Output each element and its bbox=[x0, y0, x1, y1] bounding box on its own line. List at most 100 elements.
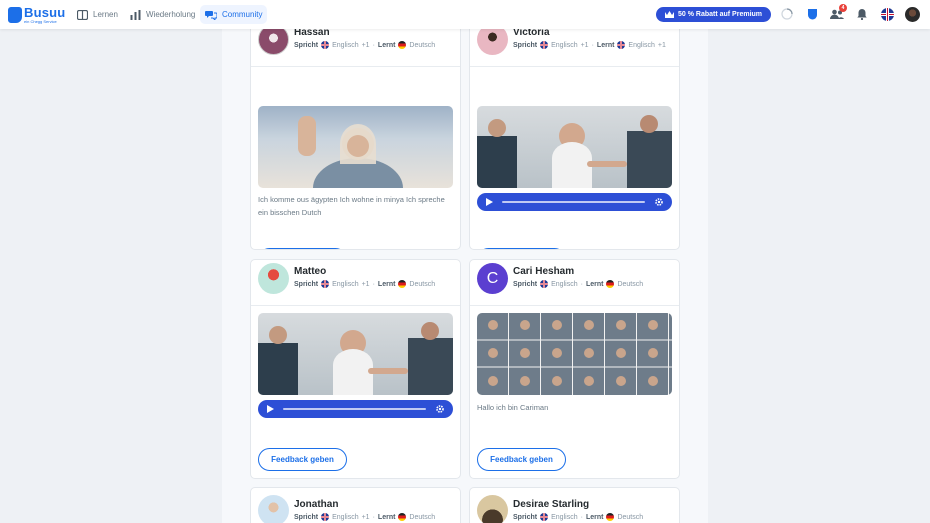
play-icon[interactable] bbox=[486, 198, 493, 206]
speaks-language: Englisch bbox=[332, 41, 359, 49]
nav-label: Community bbox=[222, 10, 263, 19]
speaks-label: Spricht bbox=[513, 41, 538, 49]
exercise-card-jonathan: Jonathan Spricht Englisch +1 · Lernt Deu… bbox=[250, 487, 461, 523]
learns-label: Lernt bbox=[377, 280, 396, 288]
nav-community[interactable]: Community bbox=[200, 5, 268, 24]
german-flag-icon bbox=[398, 280, 407, 288]
speaks-label: Spricht bbox=[294, 41, 319, 49]
avatar-letter: C bbox=[486, 269, 499, 287]
feedback-button[interactable]: Feedback geben bbox=[477, 248, 566, 249]
busuu-logo-mark bbox=[8, 7, 22, 23]
learns-language: Deutsch bbox=[409, 280, 436, 288]
learns-label: Lernt bbox=[377, 41, 396, 49]
friends-icon[interactable]: 4 bbox=[830, 4, 847, 21]
nav-wiederholung[interactable]: Wiederholung bbox=[125, 5, 200, 24]
uk-flag-language-icon[interactable] bbox=[880, 7, 894, 21]
audio-progress-track[interactable] bbox=[283, 408, 426, 410]
exercise-card-cari-hesham: C Cari Hesham Spricht Englisch · Lernt D… bbox=[469, 259, 680, 479]
feedback-button[interactable]: Feedback geben bbox=[477, 448, 566, 471]
speaks-label: Spricht bbox=[294, 513, 319, 521]
uk-flag-icon bbox=[540, 280, 549, 288]
exercise-card-hassan: Hassan Spricht Englisch +1 · Lernt Deuts… bbox=[250, 20, 461, 250]
speaks-language: Englisch bbox=[332, 513, 359, 521]
exercise-card-matteo: Matteo Spricht Englisch +1 · Lernt Deuts… bbox=[250, 259, 461, 479]
feedback-button[interactable]: Feedback geben bbox=[258, 248, 347, 249]
speaks-language: Englisch bbox=[332, 280, 359, 288]
exercise-photo[interactable] bbox=[477, 106, 672, 188]
exercise-card-victoria: Victoria Spricht Englisch +1 · Lernt Eng… bbox=[469, 20, 680, 250]
play-icon[interactable] bbox=[267, 405, 274, 413]
speaks-label: Spricht bbox=[294, 280, 319, 288]
language-info: Spricht Englisch +1 · Lernt Deutsch bbox=[294, 41, 436, 49]
german-flag-icon bbox=[606, 513, 615, 521]
friends-count-badge: 4 bbox=[839, 4, 847, 12]
exercise-photo[interactable] bbox=[258, 313, 453, 395]
german-flag-icon bbox=[606, 280, 615, 288]
top-navigation-bar: Busuu ein Chegg Service Lernen Wiederhol… bbox=[0, 0, 930, 29]
brand-tagline: ein Chegg Service bbox=[24, 19, 57, 24]
audio-player[interactable] bbox=[477, 193, 672, 211]
uk-flag-icon bbox=[321, 280, 330, 288]
learns-language: Deutsch bbox=[409, 41, 436, 49]
crown-icon bbox=[664, 11, 674, 18]
busuu-logo[interactable]: Busuu ein Chegg Service bbox=[8, 6, 65, 24]
learns-label: Lernt bbox=[377, 513, 396, 521]
bell-icon[interactable] bbox=[855, 7, 869, 21]
uk-flag-icon bbox=[540, 513, 549, 521]
speaks-language: Englisch bbox=[551, 41, 578, 49]
nav-label: Lernen bbox=[93, 10, 118, 19]
shield-icon[interactable] bbox=[805, 7, 819, 21]
community-feed: Hassan Spricht Englisch +1 · Lernt Deuts… bbox=[222, 20, 708, 523]
avatar[interactable] bbox=[258, 263, 289, 294]
nav-lernen[interactable]: Lernen bbox=[72, 5, 123, 24]
settings-icon[interactable] bbox=[655, 198, 663, 206]
language-info: Spricht Englisch · Lernt Deutsch bbox=[513, 513, 644, 521]
speaks-label: Spricht bbox=[513, 280, 538, 288]
chat-bubbles-icon bbox=[205, 10, 217, 20]
avatar[interactable] bbox=[477, 495, 508, 523]
learns-language: Englisch bbox=[628, 41, 655, 49]
language-info: Spricht Englisch +1 · Lernt Englisch +1 bbox=[513, 41, 666, 49]
user-name[interactable]: Desirae Starling bbox=[513, 499, 589, 510]
speaks-label: Spricht bbox=[513, 513, 538, 521]
learns-language: Deutsch bbox=[617, 513, 644, 521]
feedback-button[interactable]: Feedback geben bbox=[258, 448, 347, 471]
nav-label: Wiederholung bbox=[146, 10, 196, 19]
settings-icon[interactable] bbox=[436, 405, 444, 413]
user-name[interactable]: Cari Hesham bbox=[513, 266, 574, 277]
avatar[interactable] bbox=[258, 495, 289, 523]
loading-spinner-icon bbox=[780, 7, 794, 21]
exercise-text: Hallo ich bin Cariman bbox=[477, 403, 549, 412]
book-icon bbox=[77, 9, 88, 20]
speaks-extra: +1 bbox=[361, 513, 370, 521]
uk-flag-icon bbox=[617, 41, 626, 49]
speaks-extra: +1 bbox=[580, 41, 589, 49]
avatar[interactable]: C bbox=[477, 263, 508, 294]
uk-flag-icon bbox=[321, 41, 330, 49]
german-flag-icon bbox=[398, 41, 407, 49]
audio-progress-track[interactable] bbox=[502, 201, 645, 203]
learns-label: Lernt bbox=[585, 513, 604, 521]
uk-flag-icon bbox=[540, 41, 549, 49]
bar-chart-icon bbox=[130, 9, 141, 20]
learns-extra: +1 bbox=[657, 41, 666, 49]
language-info: Spricht Englisch · Lernt Deutsch bbox=[513, 280, 644, 288]
exercise-photo[interactable] bbox=[258, 106, 453, 188]
audio-player[interactable] bbox=[258, 400, 453, 418]
language-info: Spricht Englisch +1 · Lernt Deutsch bbox=[294, 280, 436, 288]
speaks-language: Englisch bbox=[551, 513, 578, 521]
premium-label: 50 % Rabatt auf Premium bbox=[677, 11, 763, 18]
brand-name: Busuu bbox=[24, 5, 66, 20]
user-avatar[interactable] bbox=[905, 7, 920, 22]
uk-flag-icon bbox=[321, 513, 330, 521]
exercise-photo-video-call-grid[interactable] bbox=[477, 313, 672, 395]
user-name[interactable]: Jonathan bbox=[294, 499, 338, 510]
user-name[interactable]: Matteo bbox=[294, 266, 326, 277]
german-flag-icon bbox=[398, 513, 407, 521]
premium-discount-button[interactable]: 50 % Rabatt auf Premium bbox=[656, 7, 771, 22]
learns-label: Lernt bbox=[585, 280, 604, 288]
learns-language: Deutsch bbox=[409, 513, 436, 521]
speaks-extra: +1 bbox=[361, 41, 370, 49]
speaks-extra: +1 bbox=[361, 280, 370, 288]
speaks-language: Englisch bbox=[551, 280, 578, 288]
